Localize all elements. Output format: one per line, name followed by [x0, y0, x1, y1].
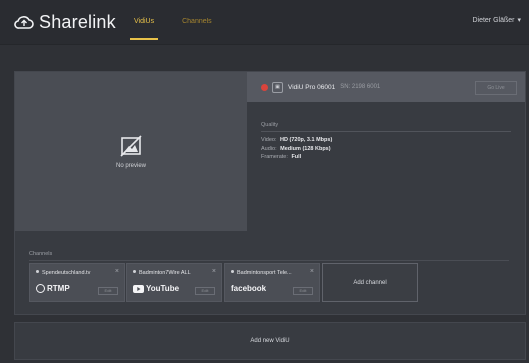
youtube-icon: YouTube — [133, 284, 179, 293]
device-header: ▣ VidiU Pro 06001 SN: 2198 6001 Go Live — [247, 72, 525, 102]
add-channel-button[interactable]: Add channel — [322, 263, 418, 302]
quality-framerate-label: Framerate: — [261, 154, 288, 160]
go-live-button[interactable]: Go Live — [475, 81, 517, 95]
vidiu-card: No preview ▣ VidiU Pro 06001 SN: 2198 60… — [14, 71, 526, 315]
channel-title: Spendeutschland.tv — [36, 270, 110, 276]
close-icon[interactable]: × — [310, 268, 314, 275]
quality-framerate-row: Framerate: Full — [261, 153, 511, 162]
device-serial: SN: 2198 6001 — [340, 84, 381, 90]
add-vidiu-button[interactable]: Add new VidiU — [14, 322, 526, 360]
cloud-upload-icon — [14, 16, 34, 29]
channel-card-rtmp[interactable]: Spendeutschland.tv × RTMP Edit — [29, 263, 125, 302]
channel-card-youtube[interactable]: Badminton7Wire ALL × YouTube Edit — [126, 263, 222, 302]
close-icon[interactable]: × — [115, 268, 119, 275]
quality-title: Quality — [261, 122, 511, 132]
quality-video-value: HD (720p, 3.1 Mbps) — [280, 137, 333, 143]
user-menu[interactable]: Dieter Gläßer ▾ — [472, 16, 521, 25]
channel-title: Badmintonsport Tele... — [231, 270, 305, 276]
quality-video-row: Video: HD (720p, 3.1 Mbps) — [261, 136, 511, 145]
tab-channels[interactable]: Channels — [182, 0, 212, 44]
quality-framerate-value: Full — [291, 154, 302, 160]
quality-audio-label: Audio: — [261, 145, 277, 152]
channels-title: Channels — [29, 251, 509, 261]
app-name: Sharelink — [39, 11, 116, 32]
rtmp-icon: RTMP — [36, 284, 70, 293]
quality-audio-row: Audio: Medium (128 Kbps) — [261, 145, 511, 154]
channel-card-facebook[interactable]: Badmintonsport Tele... × facebook Edit — [224, 263, 320, 302]
user-name: Dieter Gläßer — [472, 16, 515, 24]
channel-logo-text: RTMP — [47, 284, 70, 293]
channel-edit-button[interactable]: Edit — [293, 287, 313, 295]
channel-edit-button[interactable]: Edit — [195, 287, 215, 295]
channel-edit-button[interactable]: Edit — [98, 287, 118, 295]
live-status-icon — [261, 83, 268, 91]
caret-down-icon: ▾ — [517, 17, 521, 24]
video-preview: No preview — [15, 72, 247, 231]
youtube-play-icon — [133, 284, 144, 293]
no-preview-label: No preview — [115, 162, 146, 169]
channel-logo-text: YouTube — [146, 284, 180, 293]
channel-logo-text: facebook — [231, 284, 267, 293]
device-name: VidiU Pro 06001 — [288, 83, 336, 91]
sharelink-logo[interactable]: Sharelink — [14, 11, 116, 33]
nav-tabs: VidiUs Channels — [129, 0, 212, 44]
tab-vidius[interactable]: VidiUs — [129, 0, 159, 44]
quality-audio-value: Medium (128 Kbps) — [280, 145, 331, 152]
quality-section: Quality Video: HD (720p, 3.1 Mbps) Audio… — [261, 122, 511, 162]
quality-video-label: Video: — [261, 137, 277, 143]
channel-title: Badminton7Wire ALL — [133, 270, 207, 276]
close-icon[interactable]: × — [212, 268, 216, 275]
facebook-icon: facebook — [231, 284, 266, 293]
top-bar: Sharelink VidiUs Channels Dieter Gläßer … — [0, 0, 529, 45]
image-placeholder-icon — [120, 134, 142, 157]
device-icon: ▣ — [272, 81, 283, 93]
